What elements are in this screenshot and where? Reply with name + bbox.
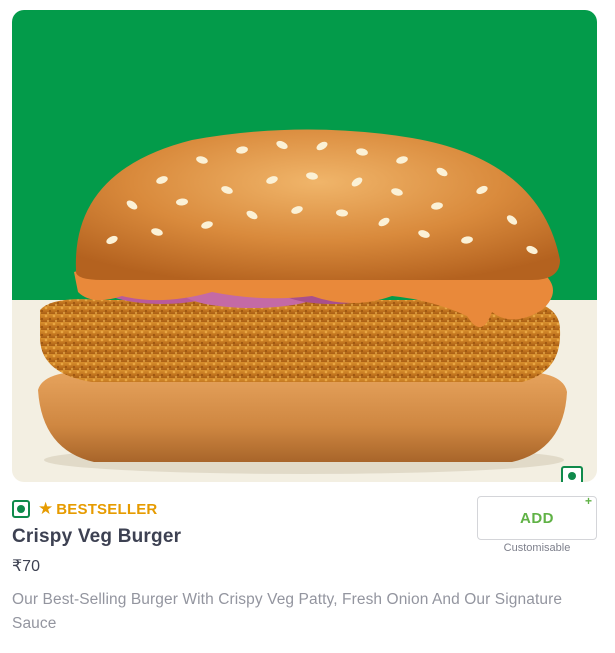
item-price: ₹70: [12, 558, 40, 575]
star-icon: ★: [38, 499, 54, 518]
bestseller-badge: BESTSELLER: [56, 500, 158, 518]
burger-image: [12, 10, 597, 482]
item-tags: ★ BESTSELLER: [12, 499, 157, 519]
menu-item-card: ★ BESTSELLER Crispy Veg Burger ₹70 Our B…: [0, 0, 615, 653]
plus-icon: +: [584, 494, 592, 508]
item-name: Crispy Veg Burger: [12, 526, 182, 547]
veg-indicator-icon: [561, 466, 583, 482]
add-button[interactable]: ADD +: [477, 494, 597, 540]
item-image[interactable]: [12, 10, 597, 482]
veg-indicator-icon: [12, 500, 30, 518]
item-description: Our Best-Selling Burger With Crispy Veg …: [12, 591, 563, 632]
customisable-note: Customisable: [503, 542, 571, 554]
add-button-label: ADD: [520, 509, 554, 527]
